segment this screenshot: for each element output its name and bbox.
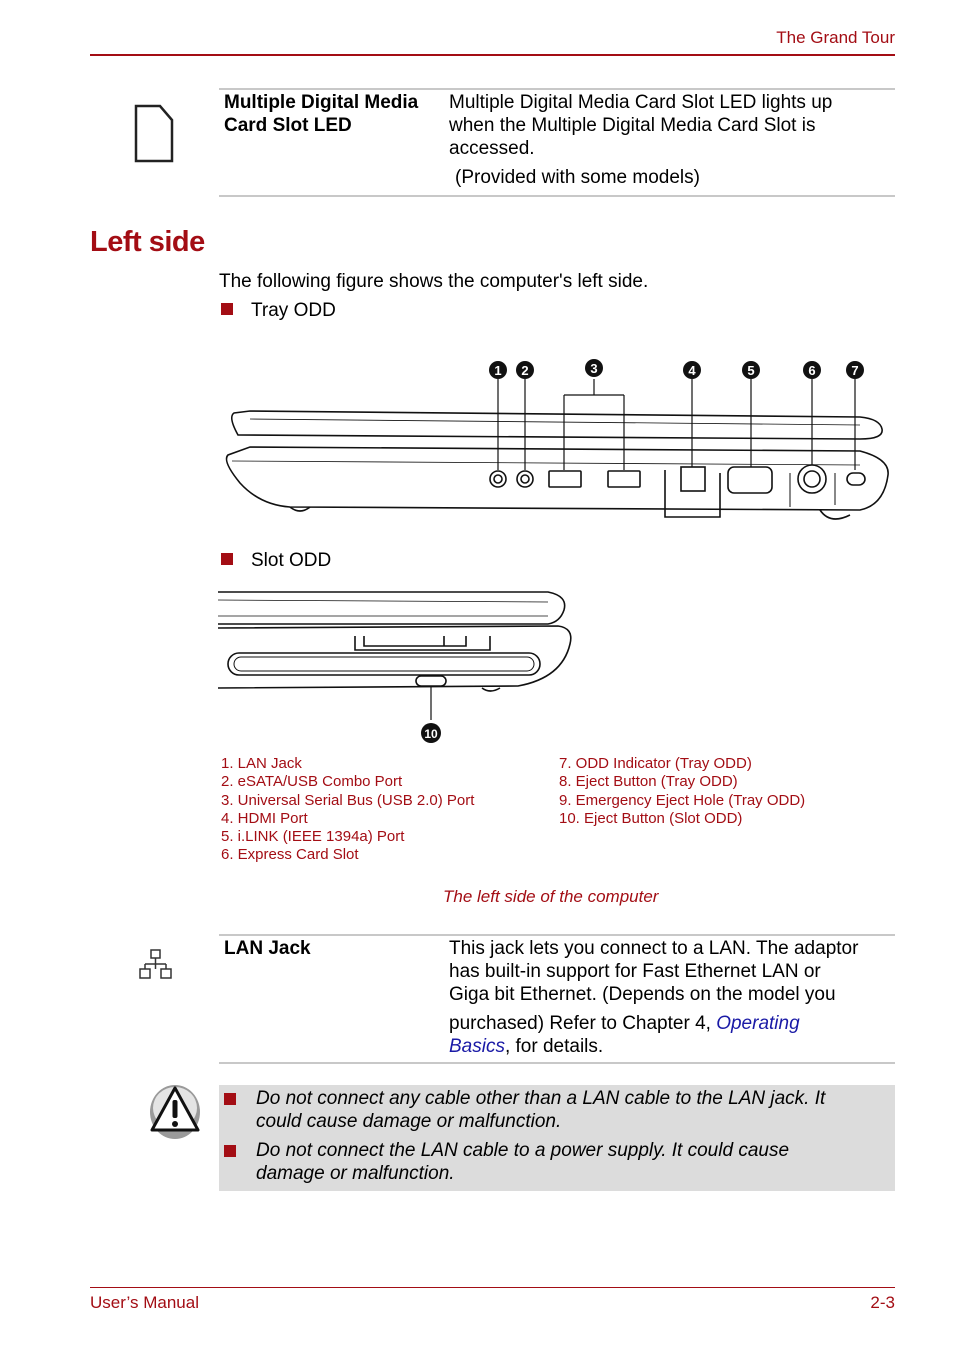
table-bottom-border xyxy=(219,1062,895,1064)
operating-basics-link[interactable]: Basics xyxy=(449,1036,505,1057)
section-heading: Left side xyxy=(90,226,205,258)
figure-caption: The left side of the computer xyxy=(443,887,659,906)
warning-item: Do not connect the LAN cable to a power … xyxy=(224,1139,790,1185)
intro-text: The following figure shows the computer'… xyxy=(219,271,649,292)
callout-2: 2 xyxy=(516,361,534,384)
legend-right-column: 7. ODD Indicator (Tray ODD) 8. Eject But… xyxy=(559,755,805,828)
legend-item: 4. HDMI Port xyxy=(221,809,308,827)
callout-5: 5 xyxy=(742,361,760,384)
desc-line: Giga bit Ethernet. (Depends on the model… xyxy=(449,984,836,1005)
desc-text: , for details. xyxy=(504,1036,604,1057)
running-header-title: The Grand Tour xyxy=(776,28,895,47)
tray-odd-figure: 1 2 3 4 5 6 7 xyxy=(220,355,900,530)
svg-text:1: 1 xyxy=(494,363,501,378)
warning-line: could cause damage or malfunction. xyxy=(256,1111,562,1132)
svg-text:10: 10 xyxy=(424,727,438,741)
warning-icon xyxy=(148,1084,202,1145)
desc-line: This jack lets you connect to a LAN. The… xyxy=(449,938,859,959)
warning-line: damage or malfunction. xyxy=(256,1163,455,1184)
term-line: Card Slot LED xyxy=(224,115,352,136)
warning-line: Do not connect the LAN cable to a power … xyxy=(256,1140,790,1161)
legend-item: 9. Emergency Eject Hole (Tray ODD) xyxy=(559,791,806,809)
bullet-slot-odd: Slot ODD xyxy=(221,549,331,572)
legend-item: 1. LAN Jack xyxy=(221,755,302,772)
table-top-border xyxy=(219,934,895,936)
callout-7: 7 xyxy=(846,361,864,384)
svg-text:7: 7 xyxy=(851,363,858,378)
desc-line: when the Multiple Digital Media Card Slo… xyxy=(449,115,816,136)
bullet-square-icon xyxy=(221,303,233,315)
lan-network-icon xyxy=(139,949,173,986)
desc-line: accessed. xyxy=(449,138,535,159)
table-bottom-border xyxy=(219,195,895,197)
legend-item: 3. Universal Serial Bus (USB 2.0) Port xyxy=(221,791,475,809)
desc-note: (Provided with some models) xyxy=(455,167,700,188)
footer-rule xyxy=(90,1287,895,1288)
desc-line: Basics, for details. xyxy=(449,1035,858,1058)
table-description: This jack lets you connect to a LAN. The… xyxy=(449,937,858,1058)
term-line: Multiple Digital Media xyxy=(224,92,419,113)
legend-item: 10. Eject Button (Slot ODD) xyxy=(559,809,743,827)
warning-line: Do not connect any cable other than a LA… xyxy=(256,1088,826,1109)
warning-item: Do not connect any cable other than a LA… xyxy=(224,1087,826,1133)
footer-manual-title: User’s Manual xyxy=(90,1293,199,1312)
svg-text:5: 5 xyxy=(747,363,754,378)
callout-6: 6 xyxy=(803,361,821,384)
table-term: LAN Jack xyxy=(224,938,311,959)
callout-10: 10 xyxy=(421,723,441,748)
table-term: Multiple Digital Media Card Slot LED xyxy=(224,91,418,137)
table-top-border xyxy=(219,88,895,90)
card-slot-led-icon xyxy=(134,104,174,169)
svg-text:2: 2 xyxy=(521,363,528,378)
desc-line: has built-in support for Fast Ethernet L… xyxy=(449,961,821,982)
legend-item: 2. eSATA/USB Combo Port xyxy=(221,773,403,791)
svg-text:6: 6 xyxy=(808,363,815,378)
legend-item: 7. ODD Indicator (Tray ODD) xyxy=(559,755,752,772)
svg-text:4: 4 xyxy=(688,363,696,378)
callout-4: 4 xyxy=(683,361,701,384)
bullet-tray-odd: Tray ODD xyxy=(221,299,336,322)
bullet-label: Slot ODD xyxy=(251,550,332,571)
bullet-square-icon xyxy=(224,1093,236,1105)
table-description: Multiple Digital Media Card Slot LED lig… xyxy=(449,91,832,189)
legend-item: 8. Eject Button (Tray ODD) xyxy=(559,773,738,791)
bullet-label: Tray ODD xyxy=(251,300,336,321)
legend-item: 6. Express Card Slot xyxy=(221,846,359,864)
callout-1: 1 xyxy=(489,361,507,384)
callout-3: 3 xyxy=(585,359,603,382)
slot-odd-figure: 10 xyxy=(217,588,578,753)
legend-item: 5. i.LINK (IEEE 1394a) Port xyxy=(221,828,405,846)
bullet-square-icon xyxy=(224,1145,236,1157)
header-rule xyxy=(90,54,895,56)
svg-text:3: 3 xyxy=(590,361,597,376)
desc-line: purchased) Refer to Chapter 4, Operating xyxy=(449,1012,858,1035)
operating-basics-link[interactable]: Operating xyxy=(716,1013,799,1034)
bullet-square-icon xyxy=(221,553,233,565)
desc-line: Multiple Digital Media Card Slot LED lig… xyxy=(449,92,833,113)
desc-text: purchased) Refer to Chapter 4, xyxy=(449,1013,717,1034)
legend-left-column: 1. LAN Jack 2. eSATA/USB Combo Port 3. U… xyxy=(221,755,474,865)
page-number: 2-3 xyxy=(870,1293,895,1312)
